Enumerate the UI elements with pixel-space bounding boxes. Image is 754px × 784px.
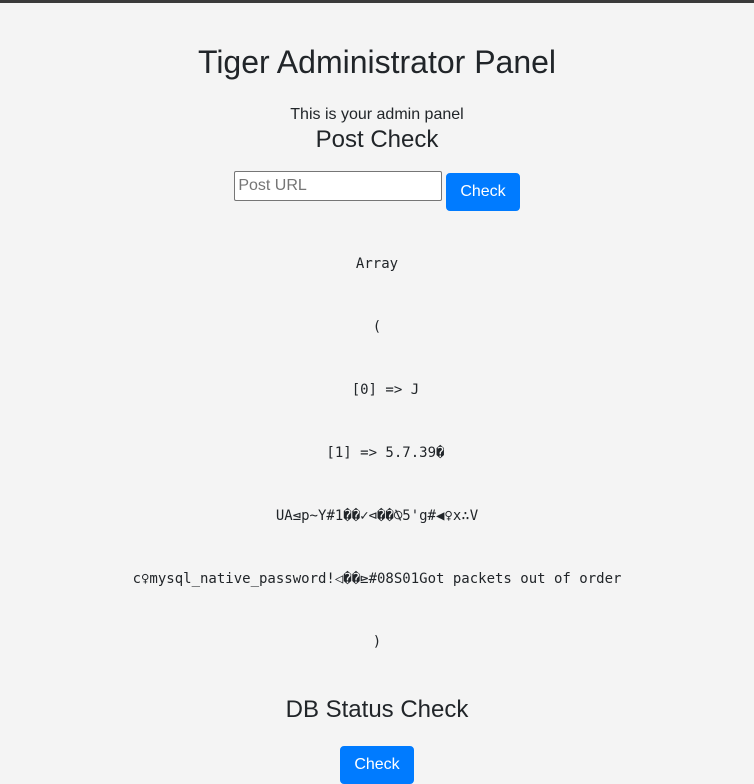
output-line: [1] => 5.7.39�: [309, 445, 445, 461]
output-line: [0] => J: [334, 382, 420, 398]
admin-panel: Tiger Administrator Panel This is your a…: [0, 0, 754, 784]
post-check-button[interactable]: Check: [446, 173, 520, 211]
page-subtitle: This is your admin panel: [290, 106, 464, 123]
output-line: (: [372, 319, 382, 335]
output-line: UA⊴p~Y#1��✓⊲��⍉5'g#◀♀x∴V: [275, 508, 479, 524]
output-line: c♀mysql_native_password!◁��⊵#08S01Got pa…: [132, 571, 622, 587]
post-check-heading: Post Check: [315, 126, 439, 153]
post-check-output: Array ( [0] => J [1] => 5.7.39� UA⊴p~Y#1…: [0, 212, 754, 695]
post-url-input[interactable]: [234, 171, 443, 201]
output-line: Array: [355, 256, 399, 272]
page-title: Tiger Administrator Panel: [197, 44, 557, 80]
db-status-check-button[interactable]: Check: [340, 746, 414, 784]
post-check-form: Check: [0, 171, 754, 211]
db-status-heading: DB Status Check: [285, 696, 469, 723]
post-check-section: Post Check Check Array ( [0] => J [1] =>…: [0, 125, 754, 695]
db-status-section: DB Status Check Check: [0, 695, 754, 784]
output-line: ): [372, 634, 382, 650]
db-status-button-wrap: Check: [0, 746, 754, 784]
window-top-border: [0, 0, 754, 3]
